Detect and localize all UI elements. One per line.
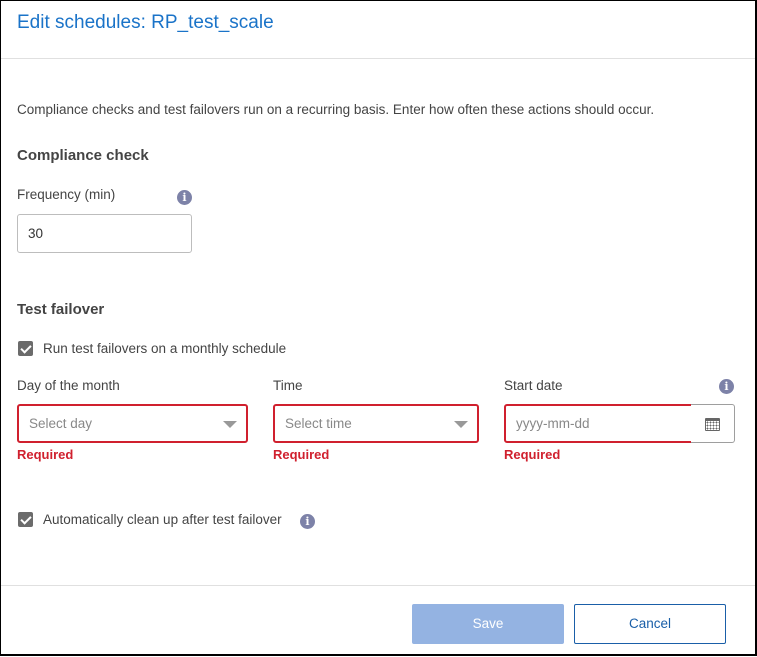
dialog-footer: Save Cancel	[1, 585, 755, 657]
edit-schedules-dialog: Edit schedules: RP_test_scale Compliance…	[0, 0, 757, 656]
frequency-info-icon[interactable]: i	[177, 190, 192, 205]
start-date-error: Required	[504, 447, 561, 462]
compliance-section-title: Compliance check	[17, 147, 149, 164]
start-date-placeholder: yyyy-mm-dd	[516, 416, 590, 431]
chevron-down-icon	[223, 421, 237, 428]
monthly-schedule-checkbox[interactable]	[18, 341, 33, 356]
start-date-label: Start date	[504, 378, 563, 393]
cancel-button[interactable]: Cancel	[574, 604, 726, 644]
time-select-placeholder: Select time	[285, 416, 352, 431]
frequency-label: Frequency (min)	[17, 187, 116, 202]
cleanup-checkbox[interactable]	[18, 512, 33, 527]
time-label: Time	[273, 378, 303, 393]
day-label: Day of the month	[17, 378, 120, 393]
monthly-schedule-label[interactable]: Run test failovers on a monthly schedule	[43, 341, 286, 356]
day-select[interactable]: Select day	[17, 404, 248, 443]
start-date-info-icon[interactable]: i	[719, 379, 734, 394]
dialog-description: Compliance checks and test failovers run…	[17, 102, 655, 117]
dialog-title: Edit schedules: RP_test_scale	[17, 12, 274, 33]
chevron-down-icon	[454, 421, 468, 428]
cleanup-info-icon[interactable]: i	[300, 514, 315, 529]
day-error: Required	[17, 447, 74, 462]
calendar-button[interactable]	[691, 404, 735, 443]
cleanup-label[interactable]: Automatically clean up after test failov…	[43, 512, 282, 527]
start-date-input[interactable]: yyyy-mm-dd	[504, 404, 693, 443]
day-select-placeholder: Select day	[29, 416, 93, 431]
time-error: Required	[273, 447, 330, 462]
failover-section-title: Test failover	[17, 301, 105, 318]
calendar-icon	[705, 418, 720, 431]
time-select[interactable]: Select time	[273, 404, 479, 443]
frequency-input[interactable]: 30	[17, 214, 192, 253]
dialog-header: Edit schedules: RP_test_scale	[1, 1, 755, 59]
save-button[interactable]: Save	[412, 604, 564, 644]
